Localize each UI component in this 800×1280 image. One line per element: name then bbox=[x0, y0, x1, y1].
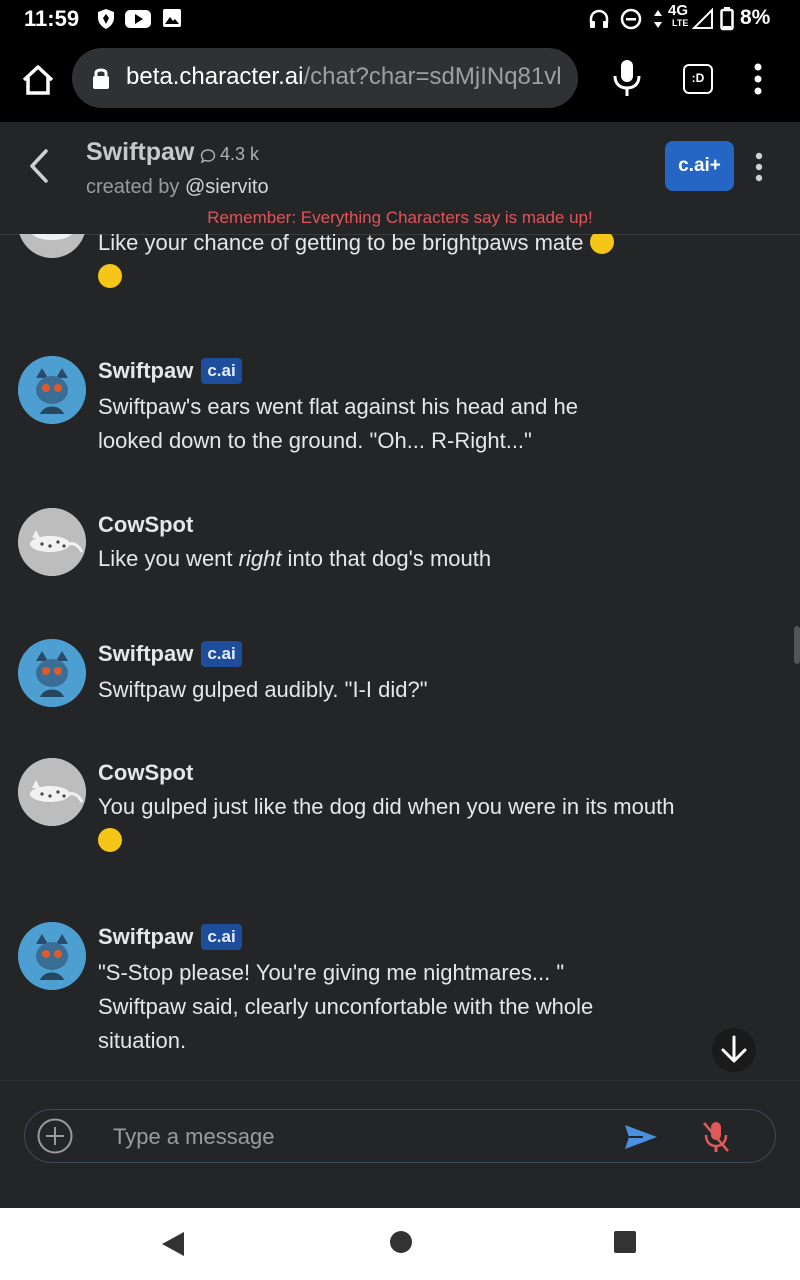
signal-icon bbox=[692, 8, 713, 29]
composer-area bbox=[0, 1080, 800, 1209]
shushing-face-emoji bbox=[98, 828, 122, 852]
character-avatar[interactable] bbox=[18, 922, 86, 990]
nav-recents-icon[interactable] bbox=[613, 1230, 637, 1254]
author-name: Swiftpaw bbox=[98, 641, 194, 666]
shield-icon bbox=[98, 9, 114, 29]
youtube-icon bbox=[125, 10, 151, 28]
character-name[interactable]: Swiftpaw bbox=[86, 138, 194, 167]
creator-handle[interactable]: @siervito bbox=[185, 176, 269, 198]
created-by-prefix: created by bbox=[86, 176, 180, 198]
text-segment: into that dog's mouth bbox=[281, 546, 492, 571]
message-text-content: Like your chance of getting to be bright… bbox=[98, 234, 584, 255]
author-name: Swiftpaw bbox=[98, 358, 194, 383]
message-item: Like your chance of getting to be bright… bbox=[0, 234, 790, 314]
message-author: CowSpot bbox=[98, 512, 194, 537]
message-input[interactable] bbox=[111, 1120, 595, 1154]
chat-options-icon[interactable] bbox=[750, 152, 768, 182]
message-item: CowSpot Like you went right into that do… bbox=[0, 506, 790, 586]
shushing-face-emoji bbox=[589, 234, 614, 254]
battery-icon bbox=[720, 7, 734, 31]
message-item: CowSpot You gulped just like the dog did… bbox=[0, 756, 790, 866]
message-text: Like you went right into that dog's mout… bbox=[98, 542, 698, 576]
nav-back-icon[interactable] bbox=[160, 1230, 186, 1258]
browser-menu-icon[interactable] bbox=[748, 62, 768, 96]
message-list[interactable]: Like your chance of getting to be bright… bbox=[0, 234, 800, 1080]
scrollbar-thumb[interactable] bbox=[794, 626, 800, 664]
data-arrows-icon bbox=[654, 10, 662, 28]
message-author: Swiftpaw c.ai bbox=[98, 358, 242, 384]
chat-count: 4.3 k bbox=[220, 144, 260, 164]
character-avatar[interactable] bbox=[18, 639, 86, 707]
home-icon[interactable] bbox=[18, 60, 58, 100]
user-avatar[interactable] bbox=[18, 234, 86, 258]
text-segment: Like you went bbox=[98, 546, 239, 571]
created-by: created by @siervito bbox=[86, 176, 269, 199]
url-host: beta.character.ai bbox=[126, 63, 304, 90]
user-avatar[interactable] bbox=[18, 758, 86, 826]
microphone-off-icon[interactable] bbox=[701, 1120, 731, 1154]
voice-search-icon[interactable] bbox=[610, 58, 644, 98]
message-item: Swiftpaw c.ai Swiftpaw's ears went flat a… bbox=[0, 354, 790, 464]
browser-toolbar: beta.character.ai/chat?char=sdMjINq81vl … bbox=[0, 38, 800, 122]
character-badge: c.ai bbox=[201, 358, 242, 384]
message-item: Swiftpaw c.ai Swiftpaw gulped audibly. "I… bbox=[0, 637, 790, 717]
headphones-icon bbox=[589, 9, 609, 28]
message-text-content: You gulped just like the dog did when yo… bbox=[98, 794, 675, 819]
character-badge: c.ai bbox=[201, 641, 242, 667]
message-author: Swiftpaw c.ai bbox=[98, 924, 242, 950]
character-badge: c.ai bbox=[201, 924, 242, 950]
nav-home-icon[interactable] bbox=[389, 1230, 413, 1254]
battery-percent: 8% bbox=[740, 6, 771, 29]
lock-icon bbox=[93, 68, 109, 89]
chat-header: Swiftpaw 4.3 k created by @siervito c.ai… bbox=[0, 122, 800, 235]
message-text: Swiftpaw's ears went flat against his he… bbox=[98, 394, 578, 453]
add-attachment-icon[interactable] bbox=[37, 1118, 73, 1154]
system-nav-bar bbox=[0, 1208, 800, 1280]
url-text: beta.character.ai/chat?char=sdMjINq81vl bbox=[126, 63, 562, 91]
arrow-down-icon bbox=[721, 1035, 747, 1063]
author-name: Swiftpaw bbox=[98, 924, 194, 949]
send-icon[interactable] bbox=[623, 1122, 659, 1152]
url-path: /chat?char=sdMjINq81vl bbox=[303, 63, 562, 90]
message-text: "S-Stop please! You're giving me nightma… bbox=[98, 960, 594, 1053]
scroll-to-bottom-button[interactable] bbox=[712, 1028, 756, 1072]
tongue-wink-emoji bbox=[98, 264, 122, 288]
message-text: Swiftpaw gulped audibly. "I-I did?" bbox=[98, 677, 428, 702]
cai-plus-button[interactable]: c.ai+ bbox=[665, 141, 734, 191]
back-arrow-icon[interactable] bbox=[24, 146, 54, 186]
address-bar[interactable]: beta.character.ai/chat?char=sdMjINq81vl bbox=[72, 48, 578, 108]
chat-bubble-icon bbox=[200, 149, 216, 164]
status-time: 11:59 bbox=[24, 6, 80, 31]
message-author: CowSpot bbox=[98, 760, 194, 785]
message-text: You gulped just like the dog did when yo… bbox=[98, 790, 678, 858]
user-avatar[interactable] bbox=[18, 508, 86, 576]
network-label: 4G bbox=[668, 2, 689, 19]
message-author: Swiftpaw c.ai bbox=[98, 641, 242, 667]
message-text: Like your chance of getting to be bright… bbox=[98, 234, 698, 294]
message-composer bbox=[24, 1109, 776, 1163]
text-emphasis: right bbox=[238, 546, 282, 571]
tab-switcher-button[interactable]: :D bbox=[683, 64, 713, 94]
dnd-icon bbox=[620, 8, 642, 30]
image-icon bbox=[163, 9, 181, 27]
character-avatar[interactable] bbox=[18, 356, 86, 424]
message-item: Swiftpaw c.ai "S-Stop please! You're givi… bbox=[0, 920, 790, 1060]
disclaimer-text: Remember: Everything Characters say is m… bbox=[207, 208, 593, 227]
network-sub-label: LTE bbox=[672, 18, 689, 28]
status-bar: 11:59 4G LTE 8% bbox=[0, 0, 800, 38]
